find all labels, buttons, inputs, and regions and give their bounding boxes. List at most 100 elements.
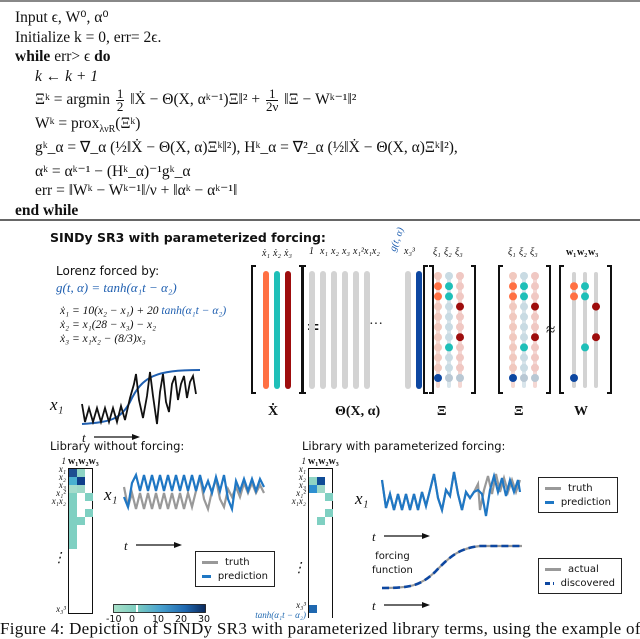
legend-label: truth — [568, 482, 593, 494]
column-header: x₂ — [331, 246, 339, 257]
right-heatmap-column-headers: w₁w₂w₃ — [308, 456, 339, 467]
while-condition: err> ϵ — [50, 48, 95, 65]
coefficient-dot — [520, 302, 528, 311]
coefficient-dot — [509, 272, 517, 280]
column-header: 1 — [309, 246, 314, 257]
coefficient-dot — [570, 374, 578, 382]
coefficient-dot — [456, 272, 464, 280]
forcing-time-arrow — [384, 602, 430, 608]
algorithm-block: Input ϵ, W⁰, α⁰ Initialize k = 0, err= 2… — [15, 8, 635, 220]
coefficient-dot — [509, 353, 517, 362]
coefficient-dot — [531, 343, 539, 352]
heatmap-cell — [69, 541, 77, 549]
xi-mid: ‖Ẋ − Θ(X, αᵏ⁻¹)Ξ‖² + — [130, 91, 261, 108]
coefficient-dot — [570, 282, 578, 291]
legend-item-actual: actual — [545, 562, 615, 576]
coefficient-dot — [531, 363, 539, 372]
coefficient-dot — [434, 323, 442, 331]
xi-label: Ξ — [437, 404, 447, 419]
column-header: ẋ₁ — [262, 248, 270, 259]
xdot-label: Ẋ — [268, 404, 279, 419]
heatmap-cell — [85, 509, 93, 517]
coefficient-dot — [456, 282, 464, 291]
coefficient-dot — [509, 312, 517, 321]
left-x1-label: x₁ — [104, 485, 118, 504]
heatmap-cell — [69, 509, 77, 517]
column-header: x₃³ — [404, 246, 415, 257]
heatmap-cell — [309, 477, 317, 485]
heatmap-cell — [77, 517, 85, 525]
left-time-arrow — [136, 542, 182, 548]
discovered-swatch — [545, 581, 554, 585]
column-header: ξ₁ — [508, 247, 516, 258]
coefficient-dot — [531, 333, 539, 342]
heatmap-cell — [85, 493, 93, 501]
algo-line-input: Input ϵ, W⁰, α⁰ — [15, 9, 109, 26]
forcing-equation: g(t, α) = tanh(α₁t − α₂) — [56, 280, 177, 295]
xi-matrix — [423, 265, 476, 394]
xi2-matrix — [498, 265, 551, 394]
coefficient-dot — [520, 292, 528, 301]
coefficient-dot — [509, 323, 517, 331]
column-header: x₁ — [320, 246, 328, 257]
prediction-swatch — [202, 574, 211, 578]
column-header: ξ₂ — [519, 247, 527, 258]
column-header: w₂ — [577, 247, 588, 258]
coefficient-dot — [456, 323, 464, 331]
col-w1: w₁ — [68, 456, 79, 467]
coefficient-dot — [520, 333, 528, 342]
algo-line-end: end while — [15, 201, 635, 221]
coefficient-dot — [434, 272, 442, 280]
column-header: ẋ₂ — [273, 248, 281, 259]
lorenz-label: Lorenz forced by: — [56, 264, 160, 278]
coefficient-dot — [445, 282, 453, 291]
heatmap-row-label: x₃³ — [296, 600, 306, 610]
left-panel-title: Library without forcing: — [50, 439, 185, 453]
coefficient-dot — [445, 363, 453, 372]
heatmap-cell — [317, 485, 325, 493]
coefficient-dot — [520, 363, 528, 372]
theta-ellipsis: ··· — [369, 317, 383, 332]
legend-item-prediction: prediction — [545, 495, 611, 509]
equation-x1: ẋ₁ = 10(x₂ − x₁) + 20 tanh(α₁t − α₂) — [60, 304, 226, 318]
coefficient-dot — [509, 282, 517, 291]
coefficient-dot — [570, 292, 578, 301]
coefficient-dot — [434, 282, 442, 291]
algorithm-bottom-rule — [0, 219, 640, 221]
coefficient-dot — [456, 292, 464, 301]
left-x1-plot — [122, 471, 265, 514]
coefficient-dot — [445, 343, 453, 352]
coefficient-dot — [520, 323, 528, 331]
heatmap-row-label: ⋮ — [52, 551, 66, 566]
x1-axis-label: x₁ — [50, 395, 64, 414]
right-panel-title: Library with parameterized forcing: — [302, 439, 506, 453]
coefficient-dot — [434, 353, 442, 362]
w-rhs: (Ξᵏ) — [115, 115, 141, 132]
legend-label: prediction — [560, 496, 611, 508]
lorenz-equations: ẋ₁ = 10(x₂ − x₁) + 20 tanh(α₁t − α₂) ẋ₂ … — [60, 304, 226, 346]
heatmap-cell — [77, 477, 85, 485]
eq-forcing-term: tanh(α₁t − α₂) — [161, 305, 227, 317]
legend-label: actual — [568, 563, 599, 575]
left-bracket — [251, 265, 256, 394]
coefficient-dot — [531, 374, 539, 382]
coefficient-dot — [434, 333, 442, 342]
discovered-forcing-curve — [381, 544, 522, 590]
column-header: ξ₃ — [530, 247, 538, 258]
w-lhs: Wᵏ = prox — [35, 115, 100, 132]
heatmap-cell — [69, 517, 77, 525]
heatmap-cell — [69, 485, 77, 493]
column-header: x₁² — [353, 246, 364, 257]
algo-line-alpha-update: αᵏ = αᵏ⁻¹ − (Hᵏ_α)⁻¹gᵏ_α — [35, 162, 191, 180]
forcing-function-plot — [381, 544, 522, 590]
truth-swatch — [545, 486, 561, 490]
coefficient-dot — [520, 343, 528, 352]
coefficient-dot — [581, 282, 589, 291]
coefficient-dot — [456, 312, 464, 321]
right-bracket — [607, 265, 612, 394]
coefficient-dot — [434, 343, 442, 352]
theta-label: Θ(X, α) — [335, 404, 381, 419]
column-header: ξ₂ — [444, 247, 452, 258]
column-header: ξ₃ — [455, 247, 463, 258]
coefficient-dot — [445, 302, 453, 311]
